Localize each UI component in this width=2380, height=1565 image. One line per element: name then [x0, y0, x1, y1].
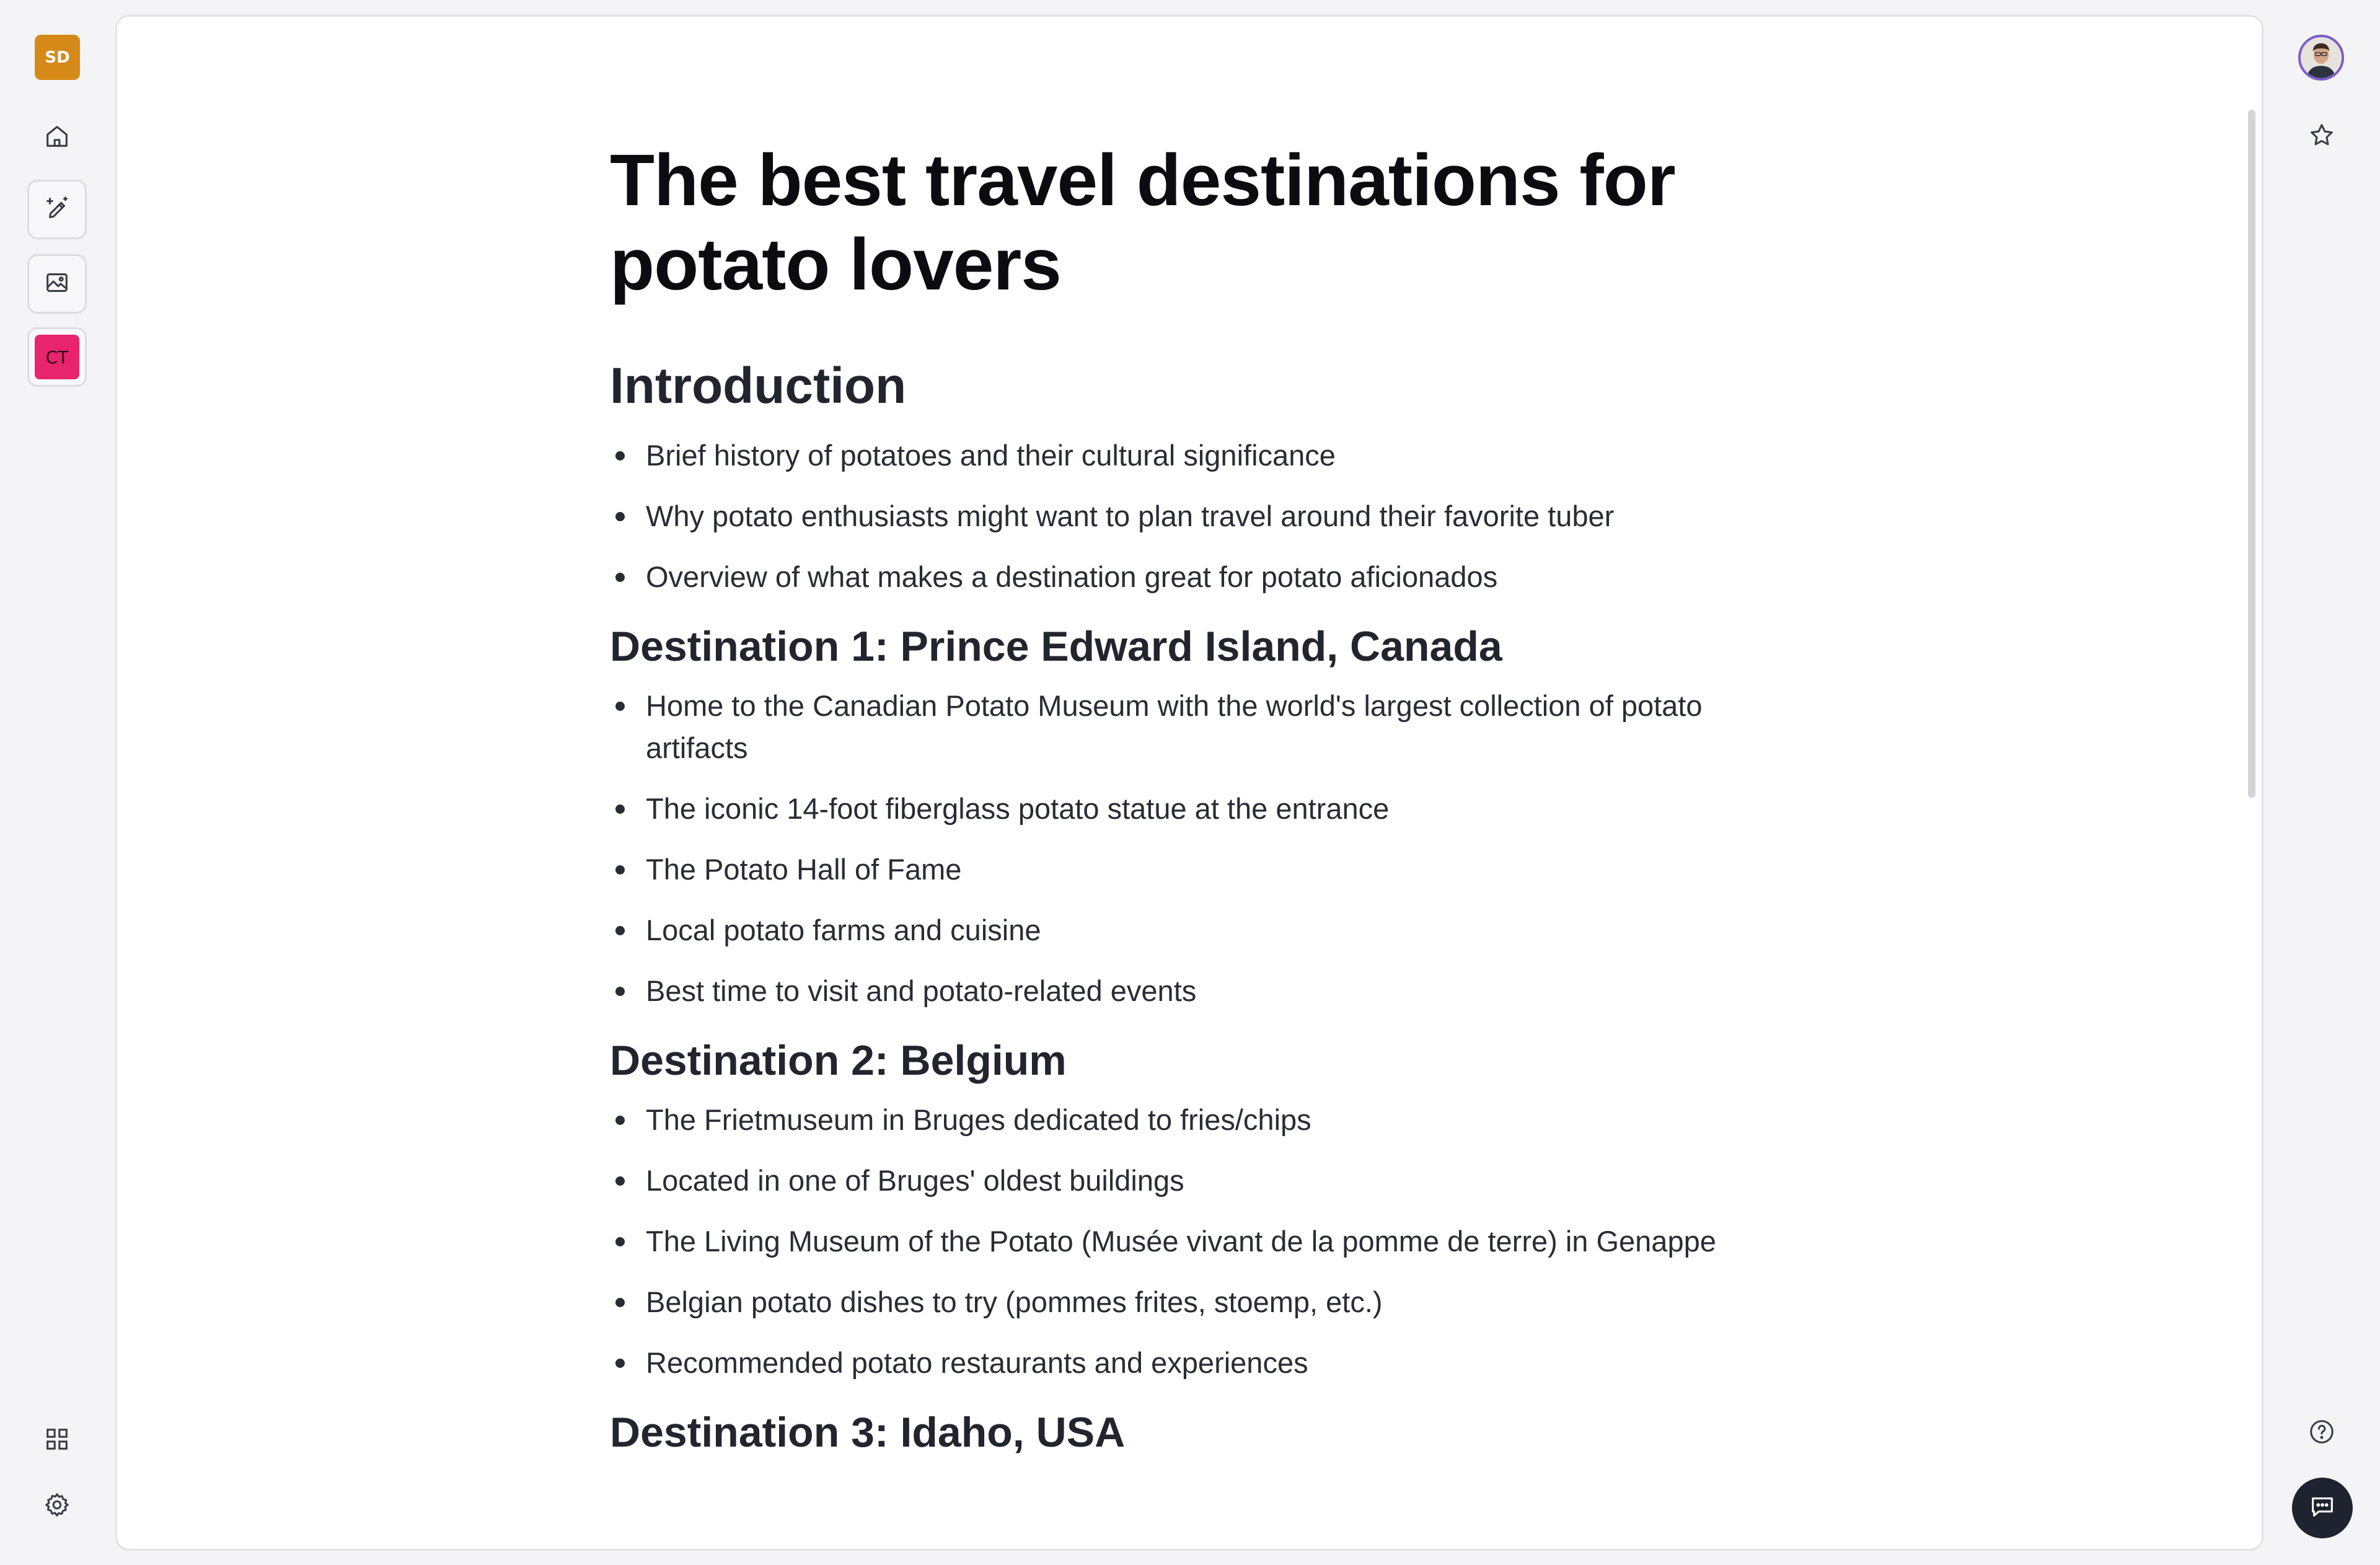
ct-workspace-button[interactable]: CT — [27, 327, 87, 387]
list-item[interactable]: Local potato farms and cuisine — [610, 909, 1763, 951]
workspace-avatar[interactable]: SD — [35, 35, 80, 80]
section-heading[interactable]: Introduction — [610, 355, 1763, 417]
scrollbar-thumb[interactable] — [2248, 110, 2255, 798]
section-destination-2: Destination 2: Belgium The Frietmuseum i… — [610, 1034, 1763, 1384]
list-item[interactable]: Brief history of potatoes and their cult… — [610, 434, 1763, 477]
user-avatar[interactable] — [2298, 35, 2344, 81]
section-destination-3: Destination 3: Idaho, USA — [610, 1406, 1763, 1458]
settings-button[interactable] — [27, 1476, 87, 1536]
home-icon — [43, 122, 71, 154]
help-icon — [2307, 1417, 2336, 1449]
gear-icon — [43, 1491, 71, 1522]
document-body[interactable]: The best travel destinations for potato … — [610, 138, 1763, 1471]
list-item[interactable]: Why potato enthusiasts might want to pla… — [610, 495, 1763, 537]
section-heading[interactable]: Destination 3: Idaho, USA — [610, 1406, 1763, 1458]
list-item[interactable]: The Potato Hall of Fame — [610, 849, 1763, 891]
list-item[interactable]: Overview of what makes a destination gre… — [610, 556, 1763, 598]
grid-icon — [43, 1425, 71, 1457]
favorite-button[interactable] — [2307, 121, 2337, 151]
section-heading[interactable]: Destination 2: Belgium — [610, 1034, 1763, 1087]
list-item[interactable]: Home to the Canadian Potato Museum with … — [610, 685, 1763, 769]
star-icon — [2307, 121, 2336, 152]
images-button[interactable] — [27, 254, 87, 314]
ai-write-button[interactable] — [27, 180, 87, 239]
section-heading[interactable]: Destination 1: Prince Edward Island, Can… — [610, 620, 1763, 672]
list-item[interactable]: The iconic 14-foot fiberglass potato sta… — [610, 788, 1763, 830]
right-sidebar — [2263, 0, 2380, 1565]
list-item[interactable]: Best time to visit and potato-related ev… — [610, 970, 1763, 1012]
chat-icon — [2308, 1492, 2337, 1524]
document-editor[interactable]: The best travel destinations for potato … — [115, 15, 2263, 1551]
section-destination-1: Destination 1: Prince Edward Island, Can… — [610, 620, 1763, 1012]
list-item[interactable]: The Living Museum of the Potato (Musée v… — [610, 1220, 1763, 1263]
apps-grid-button[interactable] — [27, 1411, 87, 1470]
list-item[interactable]: Belgian potato dishes to try (pommes fri… — [610, 1281, 1763, 1323]
bullet-list: Home to the Canadian Potato Museum with … — [610, 685, 1763, 1012]
user-photo-icon — [2301, 37, 2342, 78]
home-button[interactable] — [27, 108, 87, 167]
bullet-list: The Frietmuseum in Bruges dedicated to f… — [610, 1099, 1763, 1384]
document-title[interactable]: The best travel destinations for potato … — [610, 138, 1726, 307]
magic-wand-pen-icon — [43, 194, 71, 226]
left-sidebar: SD CT — [0, 0, 115, 1565]
list-item[interactable]: The Frietmuseum in Bruges dedicated to f… — [610, 1099, 1763, 1141]
list-item[interactable]: Recommended potato restaurants and exper… — [610, 1342, 1763, 1384]
section-introduction: Introduction Brief history of potatoes a… — [610, 355, 1763, 598]
image-icon — [43, 268, 71, 300]
ct-badge: CT — [35, 335, 79, 379]
chat-button[interactable] — [2292, 1478, 2353, 1538]
help-button[interactable] — [2307, 1418, 2337, 1448]
bullet-list: Brief history of potatoes and their cult… — [610, 434, 1763, 598]
list-item[interactable]: Located in one of Bruges' oldest buildin… — [610, 1160, 1763, 1202]
